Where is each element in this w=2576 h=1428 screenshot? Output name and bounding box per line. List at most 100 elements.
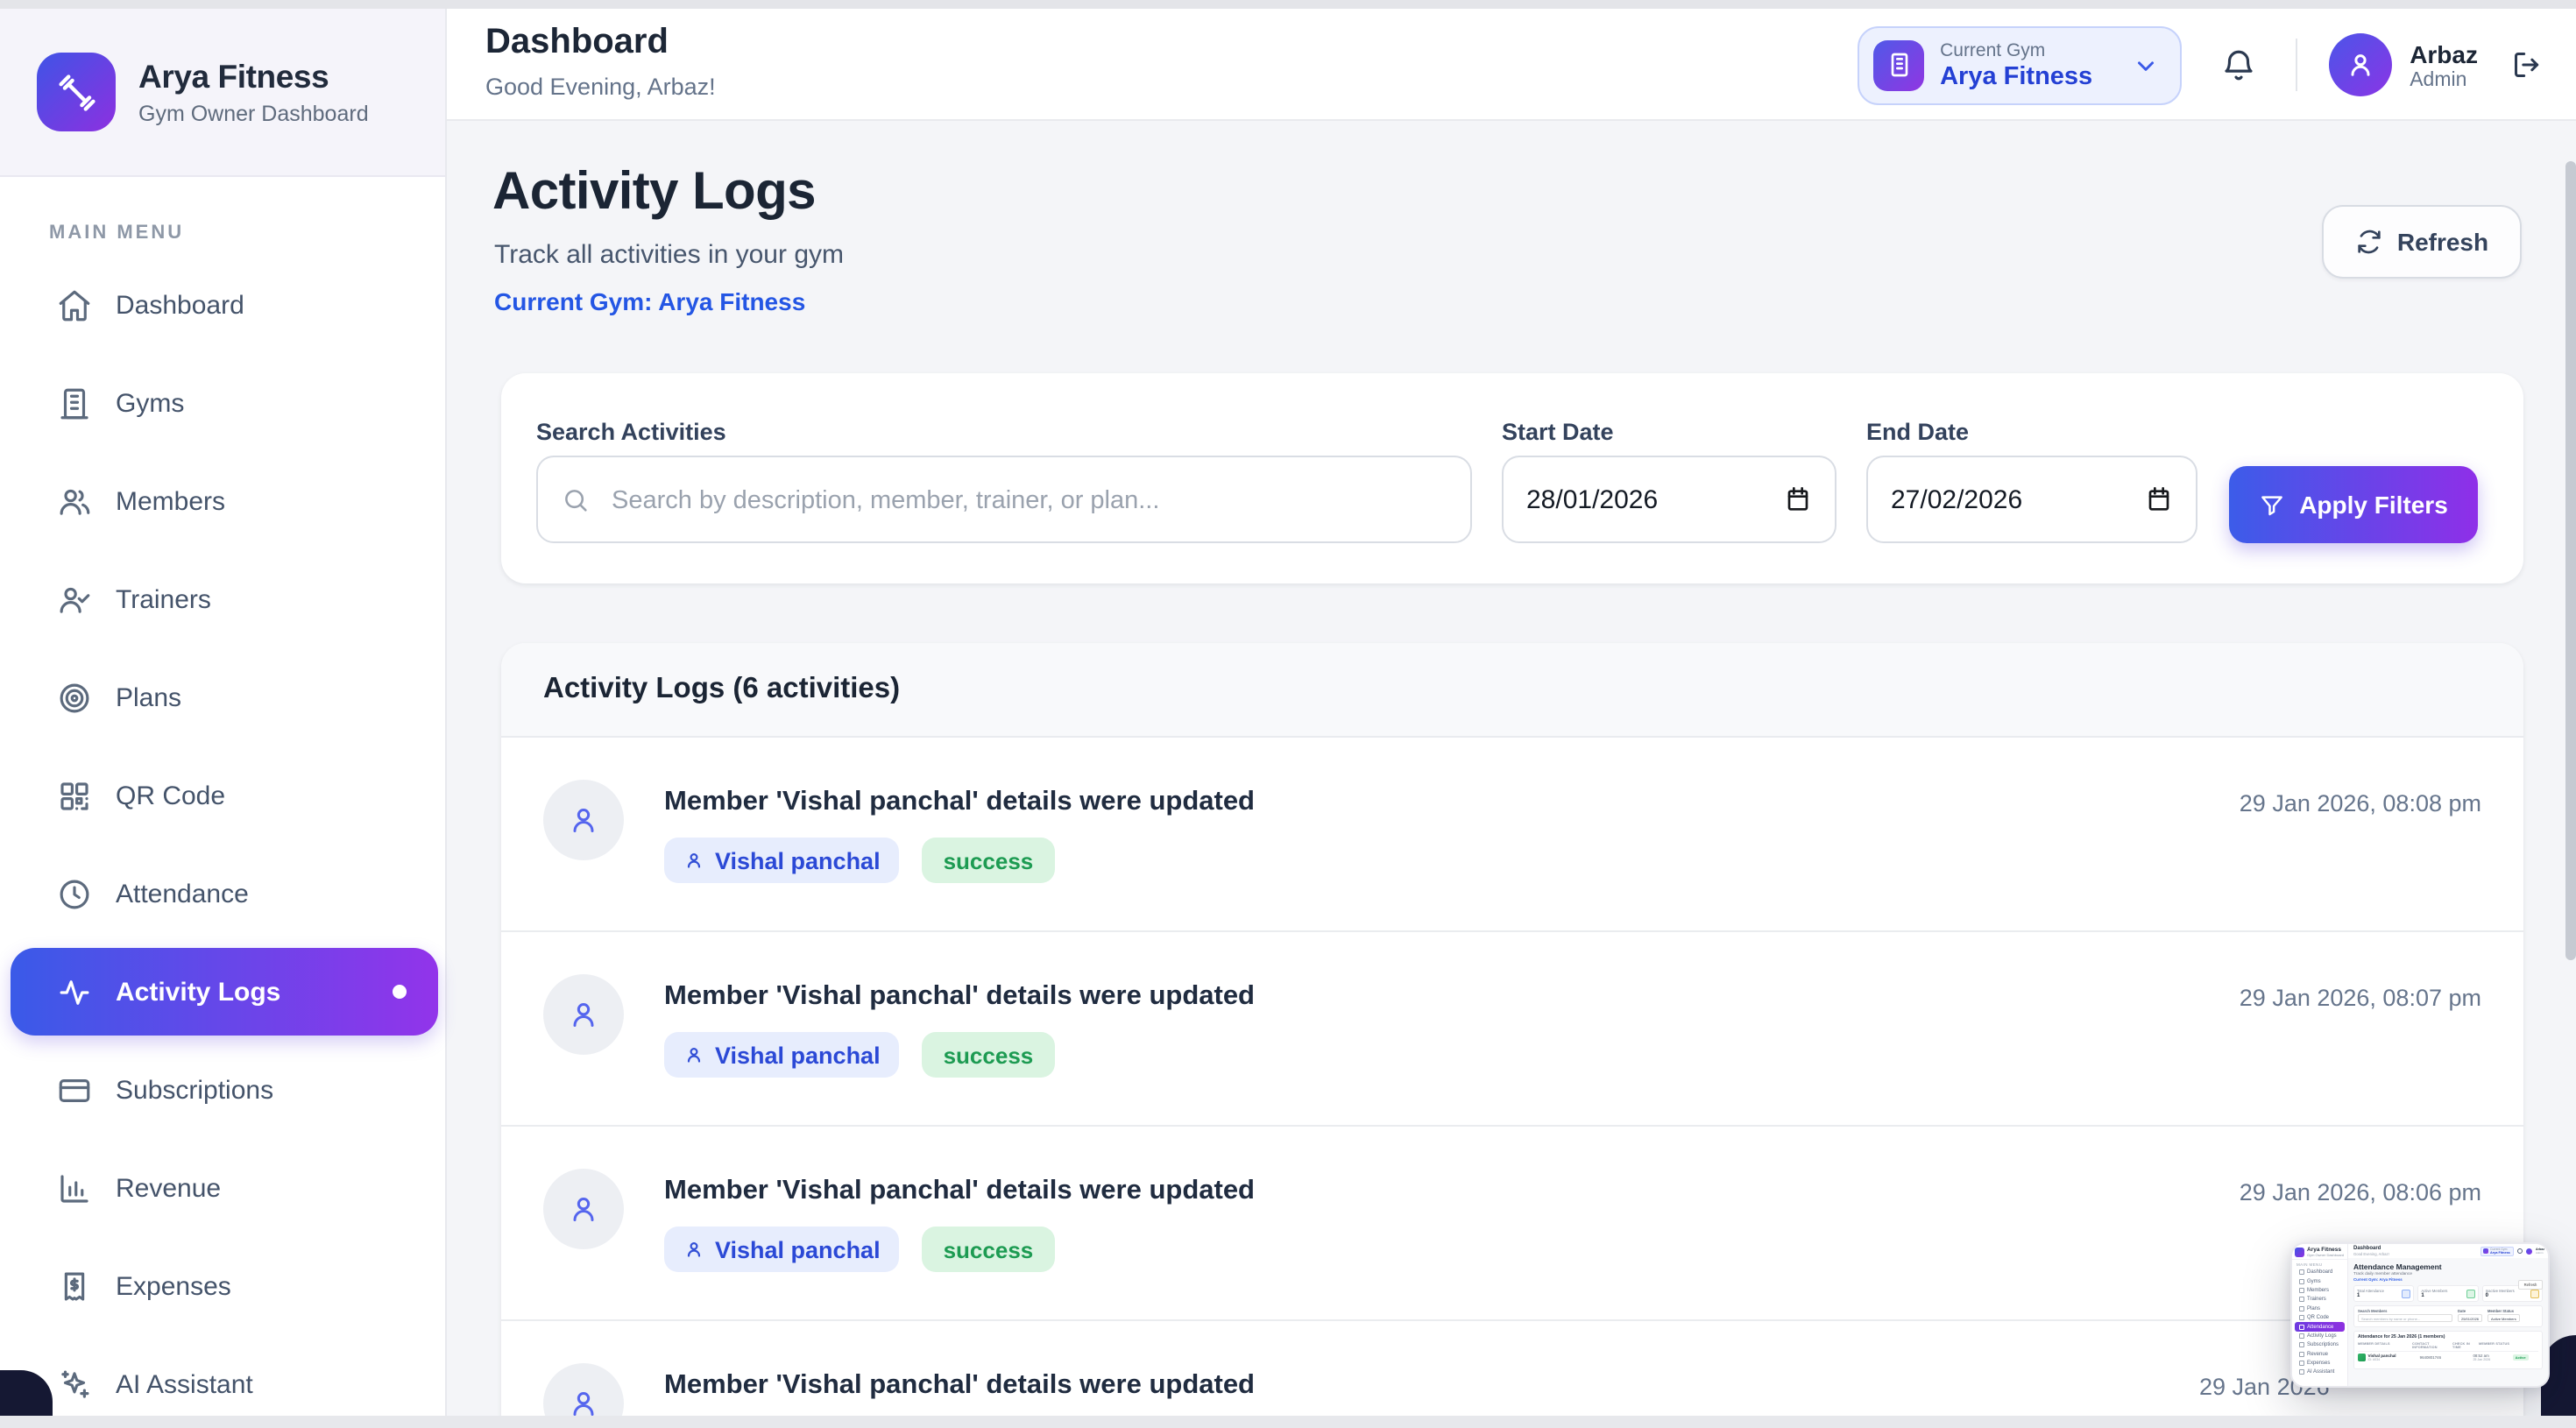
page-subtitle: Track all activities in your gym	[494, 240, 844, 270]
sidebar-item-plans[interactable]: Plans	[11, 654, 438, 741]
preview-page-title: Attendance Management	[2353, 1262, 2543, 1271]
sidebar-item-expenses[interactable]: Expenses	[11, 1242, 438, 1330]
activity-timestamp: 29 Jan 2026, 08:06 pm	[2240, 1179, 2481, 1205]
calendar-icon[interactable]	[1784, 485, 1812, 513]
preview-brand-name: Arya Fitness	[2307, 1247, 2344, 1253]
sidebar-item-trainers[interactable]: Trainers	[11, 555, 438, 643]
preview-date-label: Date	[2458, 1309, 2482, 1313]
activity-logs-card-header: Activity Logs (6 activities)	[501, 643, 2523, 738]
sidebar-item-subscriptions[interactable]: Subscriptions	[11, 1046, 438, 1134]
preview-logo	[2295, 1248, 2304, 1257]
status-badge-label: success	[944, 1236, 1034, 1262]
preview-menu-item-label: AI Assistant	[2307, 1369, 2334, 1375]
preview-gym-icon	[2483, 1248, 2488, 1254]
preview-menu-item-label: Attendance	[2307, 1325, 2333, 1330]
sidebar-item-label: Attendance	[116, 879, 249, 908]
sidebar-nav: Dashboard Gyms Members Traine	[0, 261, 445, 1428]
sidebar-item-label: QR Code	[116, 781, 225, 810]
status-badge: success	[923, 1227, 1055, 1272]
header-divider	[2296, 39, 2297, 91]
logout-icon[interactable]	[2509, 47, 2544, 82]
preview-filter-bar: Search Members Search members by name or…	[2353, 1305, 2543, 1327]
sidebar-item-ai-assistant[interactable]: AI Assistant	[11, 1340, 438, 1428]
preview-brand-text: Arya Fitness Gym Owner Dashboard	[2307, 1247, 2344, 1257]
chevron-down-icon	[2133, 52, 2159, 78]
status-badge: success	[923, 838, 1055, 883]
sidebar-item-dashboard[interactable]: Dashboard	[11, 261, 438, 349]
member-badge[interactable]: Vishal panchal	[664, 838, 900, 883]
current-gym-link[interactable]: Current Gym: Arya Fitness	[494, 287, 805, 315]
screen-preview-thumbnail[interactable]: Arya Fitness Gym Owner Dashboard MAIN ME…	[2290, 1242, 2550, 1388]
target-icon	[56, 679, 93, 716]
sidebar-item-members[interactable]: Members	[11, 457, 438, 545]
preview-menu-item-label: QR Code	[2307, 1315, 2329, 1320]
preview-table-headers: MEMBER DETAILSCONTACT INFORMATIONCHECK I…	[2358, 1342, 2538, 1352]
apply-filters-button[interactable]: Apply Filters	[2229, 466, 2478, 543]
preview-menu-item-label: Trainers	[2307, 1297, 2326, 1302]
preview-bell-icon	[2517, 1248, 2523, 1254]
preview-status-label: Member Status	[2488, 1309, 2520, 1313]
end-date-input[interactable]: 27/02/2026	[1866, 456, 2197, 543]
sidebar-item-gyms[interactable]: Gyms	[11, 359, 438, 447]
preview-header-right: Current Gym Arya Fitness Arbaz Admin	[2480, 1247, 2544, 1256]
row-avatar	[543, 1363, 624, 1416]
header-right-cluster: Current Gym Arya Fitness Arbaz Admin	[1858, 9, 2544, 121]
qr-code-icon	[56, 777, 93, 814]
row-avatar	[543, 780, 624, 860]
status-badge: success	[923, 1032, 1055, 1078]
bar-chart-icon	[56, 1170, 93, 1206]
user-name: Arbaz	[2410, 39, 2478, 67]
scrollbar-thumb[interactable]	[2565, 161, 2576, 960]
preview-menu-item-label: Dashboard	[2307, 1269, 2332, 1275]
search-input[interactable]	[608, 459, 1456, 543]
activity-row: Member 'Vishal panchal' details were upd…	[501, 1125, 2523, 1319]
activity-row: Member 'Vishal panchal' details were upd…	[501, 1319, 2523, 1416]
preview-menu-item-ai-assistant: AI Assistant	[2295, 1368, 2345, 1376]
preview-member-id: ID: #034	[2368, 1358, 2396, 1361]
preview-page-subtitle: Track daily member attendance	[2353, 1272, 2543, 1276]
preview-menu-item-icon	[2299, 1297, 2304, 1302]
gym-selector-text: Current Gym Arya Fitness	[1940, 39, 2092, 90]
activity-title: Member 'Vishal panchal' details were upd…	[664, 1370, 1255, 1402]
refresh-button[interactable]: Refresh	[2322, 205, 2522, 279]
sidebar-item-label: Dashboard	[116, 290, 244, 320]
avatar[interactable]	[2329, 33, 2392, 96]
end-date-value: 27/02/2026	[1891, 484, 2022, 514]
preview-gym-value: Arya Fitness	[2490, 1251, 2510, 1255]
preview-brand-tagline: Gym Owner Dashboard	[2307, 1253, 2344, 1257]
current-gym-selector[interactable]: Current Gym Arya Fitness	[1858, 25, 2182, 104]
preview-menu-item-label: Gyms	[2307, 1279, 2321, 1284]
preview-stat-label: Total Attendance	[2357, 1289, 2384, 1293]
gym-selector-value: Arya Fitness	[1940, 62, 2092, 90]
preview-table-header: MEMBER DETAILS	[2358, 1342, 2412, 1349]
preview-stat-value: 0	[2486, 1293, 2515, 1298]
preview-gym-pill: Current Gym Arya Fitness	[2480, 1247, 2514, 1256]
sidebar-item-attendance[interactable]: Attendance	[11, 850, 438, 937]
main-content: Activity Logs Track all activities in yo…	[447, 121, 2576, 1416]
activity-timestamp: 29 Jan 2026, 08:07 pm	[2240, 985, 2481, 1011]
sidebar-item-activity-logs[interactable]: Activity Logs	[11, 948, 438, 1036]
preview-menu-item-plans: Plans	[2295, 1304, 2345, 1313]
preview-header-title: Dashboard	[2353, 1246, 2381, 1251]
bell-icon[interactable]	[2220, 46, 2257, 83]
preview-menu-item-revenue: Revenue	[2295, 1350, 2345, 1359]
preview-stats: Total Attendance 1 Active Members	[2353, 1285, 2543, 1302]
person-icon	[683, 1044, 704, 1065]
member-badge[interactable]: Vishal panchal	[664, 1227, 900, 1272]
member-badge[interactable]: Vishal panchal	[664, 1032, 900, 1078]
preview-date-value: 25/01/2026	[2458, 1314, 2482, 1322]
sidebar-item-qr-code[interactable]: QR Code	[11, 752, 438, 839]
start-date-input[interactable]: 28/01/2026	[1502, 456, 1836, 543]
preview-menu-label: MAIN MENU	[2296, 1262, 2347, 1267]
calendar-icon[interactable]	[2145, 485, 2173, 513]
preview-checkin-date: 25 Jan 2026	[2473, 1358, 2512, 1361]
sidebar-item-revenue[interactable]: Revenue	[11, 1144, 438, 1232]
preview-date-group: Date 25/01/2026	[2458, 1309, 2482, 1325]
brand-logo	[37, 53, 116, 131]
page-title: Activity Logs	[492, 163, 816, 223]
preview-refresh-button: Refresh	[2518, 1280, 2543, 1290]
preview-menu-item-label: Subscriptions	[2307, 1342, 2339, 1347]
preview-main: Dashboard Good Evening, Arbaz! Current G…	[2348, 1244, 2548, 1386]
preview-avatar	[2526, 1248, 2532, 1255]
building-icon	[1873, 39, 1924, 90]
